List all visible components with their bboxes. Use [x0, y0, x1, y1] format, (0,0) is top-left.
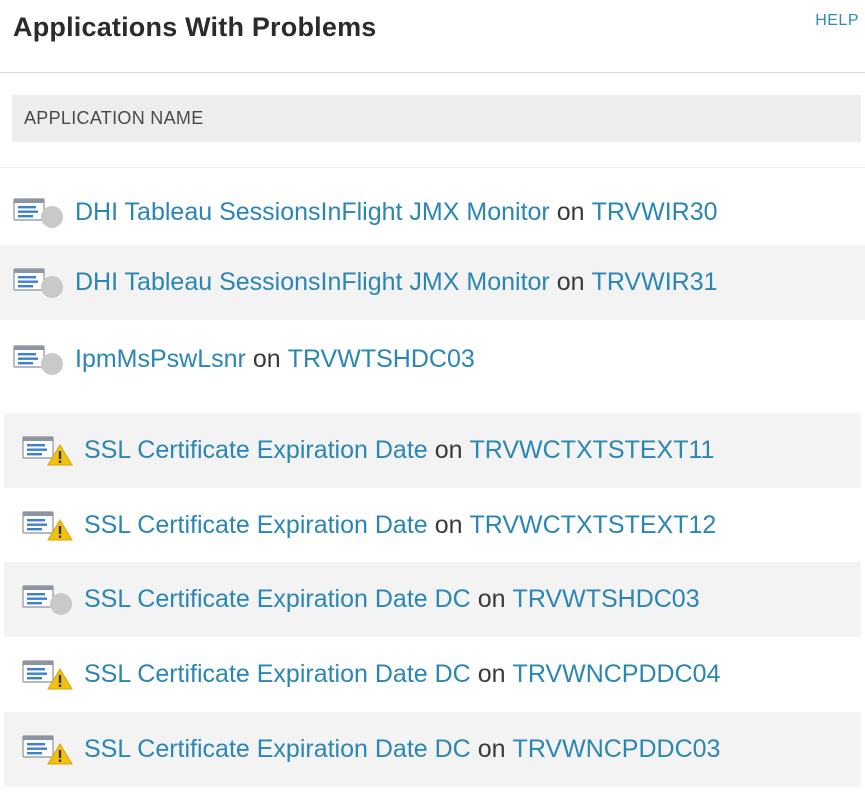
- connector-text: on: [556, 268, 585, 296]
- connector-text: on: [252, 345, 281, 373]
- node-link[interactable]: TRVWIR30: [592, 198, 718, 227]
- header-divider: [0, 167, 865, 168]
- table-row: SSL Certificate Expiration Date DC on TRVW…: [4, 562, 861, 637]
- app-warning-icon: [22, 509, 74, 543]
- connector-text: on: [477, 735, 506, 763]
- help-link[interactable]: HELP: [815, 12, 859, 30]
- node-link[interactable]: TRVWIR31: [592, 268, 718, 297]
- application-link[interactable]: DHI Tableau SessionsInFlight JMX Monitor: [75, 198, 550, 227]
- table-row: SSL Certificate Expiration Date DC on TRVW…: [4, 712, 861, 787]
- column-header-application-name[interactable]: APPLICATION NAME: [12, 95, 861, 142]
- app-warning-icon: [22, 658, 74, 692]
- node-link[interactable]: TRVWCTXTSTEXT11: [470, 436, 715, 465]
- app-unknown-icon: [13, 343, 65, 377]
- application-link[interactable]: DHI Tableau SessionsInFlight JMX Monitor: [75, 268, 550, 297]
- title-divider: [0, 72, 865, 73]
- table-row: DHI Tableau SessionsInFlight JMX Monitor…: [0, 175, 865, 250]
- app-unknown-icon: [22, 583, 74, 617]
- app-unknown-icon: [13, 196, 65, 230]
- node-link[interactable]: TRVWTSHDC03: [513, 585, 700, 614]
- table-row: SSL Certificate Expiration Date DC on TRVW…: [4, 637, 861, 712]
- app-unknown-icon: [13, 266, 65, 300]
- node-link[interactable]: TRVWNCPDDC03: [513, 735, 721, 764]
- page-title: Applications With Problems: [13, 12, 377, 42]
- connector-text: on: [477, 660, 506, 688]
- connector-text: on: [434, 436, 463, 464]
- application-link[interactable]: SSL Certificate Expiration Date DC: [84, 585, 471, 614]
- application-link[interactable]: SSL Certificate Expiration Date: [84, 436, 428, 465]
- table-row: IpmMsPswLsnr on TRVWTSHDC03: [0, 322, 865, 397]
- node-link[interactable]: TRVWNCPDDC04: [513, 660, 721, 689]
- table-row: DHI Tableau SessionsInFlight JMX Monitor…: [0, 245, 865, 320]
- app-warning-icon: [22, 733, 74, 767]
- application-link[interactable]: SSL Certificate Expiration Date DC: [84, 735, 471, 764]
- app-warning-icon: [22, 434, 74, 468]
- node-link[interactable]: TRVWTSHDC03: [288, 345, 475, 374]
- application-link[interactable]: SSL Certificate Expiration Date: [84, 511, 428, 540]
- connector-text: on: [556, 198, 585, 226]
- connector-text: on: [477, 585, 506, 613]
- table-row: SSL Certificate Expiration Date on TRVWCTX…: [4, 488, 861, 563]
- node-link[interactable]: TRVWCTXTSTEXT12: [470, 511, 717, 540]
- application-link[interactable]: SSL Certificate Expiration Date DC: [84, 660, 471, 689]
- connector-text: on: [434, 511, 463, 539]
- application-link[interactable]: IpmMsPswLsnr: [75, 345, 246, 374]
- table-row: SSL Certificate Expiration Date on TRVWCTX…: [4, 413, 861, 488]
